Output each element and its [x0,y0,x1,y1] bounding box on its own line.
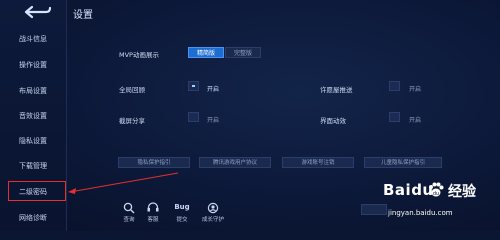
baidu-watermark: Baidu du 经验 jingyan.baidu.com [383,173,500,231]
watermark-url: jingyan.baidu.com [388,209,453,217]
settings-screen: 战斗信息 操作设置 布局设置 音效设置 隐私设置 下载管理 二级密码 网络诊断 … [0,0,500,231]
baidu-paw-icon: du [429,182,444,197]
svg-text:du: du [433,191,439,197]
watermark-suffix: 经验 [448,184,476,200]
